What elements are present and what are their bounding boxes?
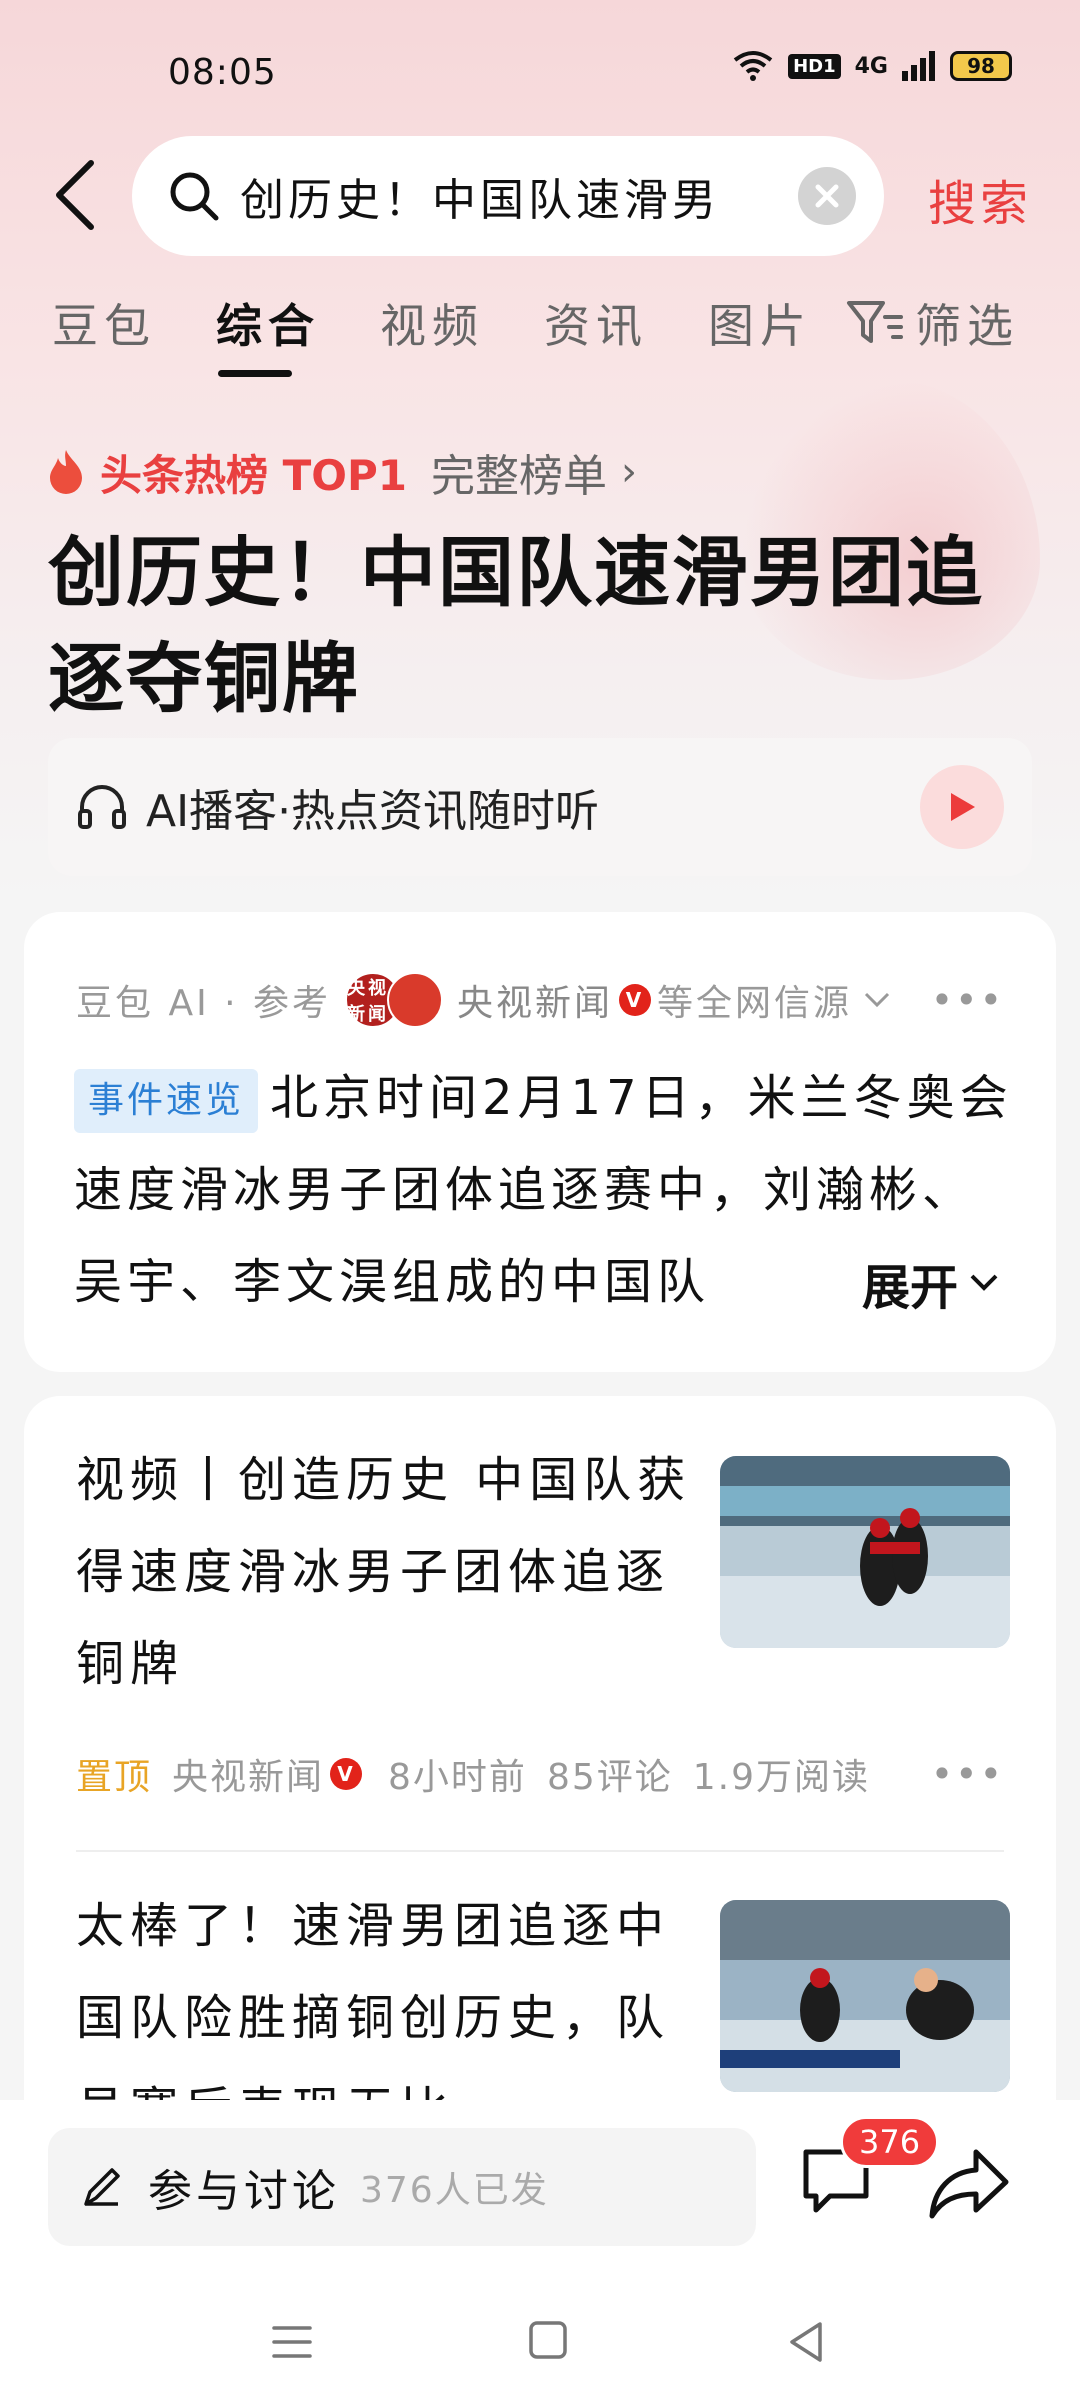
battery-level: 98 [967, 54, 995, 78]
news-comments: 85评论 [546, 1757, 673, 1798]
source-suffix: 等全网信源 [657, 983, 853, 1024]
expand-label: 展开 [861, 1260, 958, 1316]
news-time: 8小时前 [388, 1757, 527, 1798]
signal-icon [902, 51, 935, 81]
summary-source-row: 豆包 AI · 参考 央视新闻 央视新闻 V 等全网信源 ••• [76, 972, 1004, 1028]
search-button[interactable]: 搜索 [928, 164, 1032, 234]
tab-images[interactable]: 图片 [708, 290, 812, 356]
full-list-link[interactable]: 完整榜单 [431, 440, 607, 504]
pinned-label: 置顶 [76, 1757, 153, 1798]
news-source[interactable]: 央视新闻 V [172, 1748, 368, 1800]
tab-doubao[interactable]: 豆包 [52, 290, 156, 356]
news-meta-1: 置顶 央视新闻 V 8小时前 85评论 1.9万阅读 ••• [76, 1748, 1004, 1800]
hot-rank-label: 头条热榜 TOP1 [100, 450, 407, 500]
source-name[interactable]: 央视新闻 [457, 974, 613, 1026]
ai-podcast-bar[interactable]: AI播客·热点资讯随时听 [48, 738, 1032, 876]
back-nav-icon[interactable] [786, 2320, 826, 2364]
headline-title: 创历史！中国队速滑男团追逐夺铜牌 [48, 528, 984, 723]
verified-badge: V [619, 984, 652, 1016]
speed-skating-image [720, 1900, 1010, 2092]
play-icon [951, 793, 975, 821]
fire-icon [50, 450, 82, 494]
clear-button[interactable] [798, 167, 856, 225]
active-tab-indicator [218, 370, 292, 377]
system-nav-bar [0, 2290, 1080, 2400]
search-query: 创历史！中国队速滑男 [240, 175, 720, 226]
headphones-icon [78, 785, 126, 829]
discuss-count: 376人已发 [360, 2170, 549, 2211]
divider [76, 1850, 1004, 1852]
status-bar: 08:05 HD1 4G 98 [0, 0, 1080, 140]
tab-video[interactable]: 视频 [380, 290, 484, 356]
news-title-1[interactable]: 视频丨创造历史 中国队获得速度滑冰男子团体追逐铜牌 [76, 1434, 696, 1710]
chevron-down-icon [970, 1274, 998, 1291]
more-options-icon[interactable]: ••• [931, 1752, 1004, 1796]
wifi-icon [733, 51, 773, 81]
filter-button[interactable]: 筛选 [845, 290, 1019, 356]
source-prefix: 豆包 AI · 参考 [76, 983, 332, 1024]
home-icon[interactable] [528, 2320, 568, 2360]
search-input[interactable]: 创历史！中国队速滑男 [132, 136, 884, 256]
play-button[interactable] [920, 765, 1004, 849]
hot-rank-row[interactable]: 头条热榜 TOP1 完整榜单 › [46, 440, 637, 504]
avatar [387, 972, 444, 1028]
back-arrow-icon [56, 160, 94, 230]
event-tag: 事件速览 [74, 1069, 259, 1133]
discuss-input[interactable]: 参与讨论 376人已发 [48, 2128, 756, 2246]
chevron-right-icon: › [620, 449, 637, 495]
chevron-down-icon[interactable] [862, 990, 892, 1010]
more-options-icon[interactable]: ••• [931, 978, 1004, 1022]
tab-news[interactable]: 资讯 [544, 290, 648, 356]
verified-badge: V [330, 1758, 363, 1790]
news-thumbnail-1[interactable] [720, 1456, 1010, 1648]
news-source-name: 央视新闻 [172, 1757, 325, 1798]
status-icons: HD1 4G 98 [732, 50, 1012, 82]
speed-skating-image [720, 1456, 1010, 1648]
ai-summary-card[interactable]: 豆包 AI · 参考 央视新闻 央视新闻 V 等全网信源 ••• 事件速览 北京时… [24, 912, 1056, 1372]
close-icon [815, 184, 839, 208]
news-thumbnail-2[interactable] [720, 1900, 1010, 2092]
filter-label: 筛选 [915, 299, 1019, 353]
news-card: 视频丨创造历史 中国队获得速度滑冰男子团体追逐铜牌 置顶 央视新闻 V 8小时前… [24, 1396, 1056, 2156]
comment-count-badge: 376 [840, 2116, 940, 2168]
discuss-label: 参与讨论 [148, 2166, 340, 2217]
network-type: 4G [854, 53, 888, 79]
search-icon [170, 172, 219, 221]
hd-icon: HD1 [788, 53, 841, 79]
status-time: 08:05 [168, 52, 277, 93]
share-icon[interactable] [926, 2144, 1012, 2224]
source-avatars: 央视新闻 [345, 972, 444, 1028]
tab-all[interactable]: 综合 [216, 290, 320, 356]
filter-icon [847, 301, 903, 343]
pen-icon [84, 2168, 120, 2206]
expand-button[interactable]: 展开 [821, 1248, 1000, 1318]
battery-icon: 98 [950, 51, 1012, 81]
podcast-label: AI播客·热点资讯随时听 [146, 786, 600, 837]
bottom-action-bar: 参与讨论 376人已发 376 [0, 2100, 1080, 2290]
back-button[interactable] [40, 150, 110, 240]
news-reads: 1.9万阅读 [692, 1757, 871, 1798]
menu-icon[interactable] [270, 2320, 314, 2364]
